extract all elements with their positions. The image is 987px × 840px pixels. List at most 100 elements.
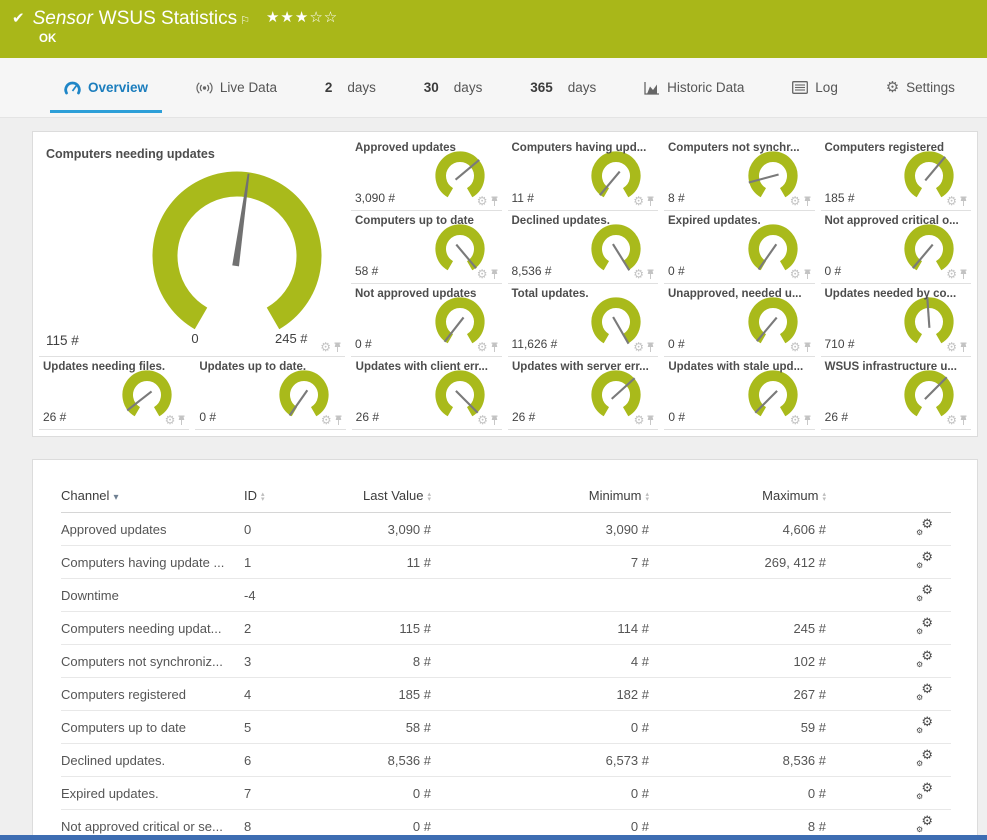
gear-icon[interactable]: ⚙ <box>946 414 957 426</box>
pin-icon[interactable] <box>959 196 968 207</box>
pin-icon[interactable] <box>803 269 812 280</box>
flag-icon[interactable]: ⚐ <box>240 14 250 27</box>
pin-icon[interactable] <box>334 415 343 426</box>
gear-icon[interactable]: ⚙ <box>946 195 957 207</box>
table-row[interactable]: Declined updates.68,536 #6,573 #8,536 #⚙… <box>61 744 951 777</box>
pin-icon[interactable] <box>490 196 499 207</box>
gear-icon[interactable]: ⚙ <box>790 268 801 280</box>
priority-stars[interactable]: ★★★☆☆ <box>266 8 338 26</box>
tab-settings[interactable]: ⚙ Settings <box>880 58 961 117</box>
channel-settings-icon[interactable]: ⚙⚙ <box>916 586 933 601</box>
pin-icon[interactable] <box>333 342 342 353</box>
table-row[interactable]: Computers having update ...111 #7 #269, … <box>61 546 951 579</box>
gauge-computers-not-synchronized[interactable]: Computers not synchr...8 #⚙ <box>664 138 815 211</box>
pin-icon[interactable] <box>490 415 499 426</box>
gauge-updates-server-errors[interactable]: Updates with server err...26 #⚙ <box>508 357 658 430</box>
gear-icon[interactable]: ⚙ <box>477 195 488 207</box>
channel-settings-icon[interactable]: ⚙⚙ <box>916 619 933 634</box>
table-row[interactable]: Approved updates03,090 #3,090 #4,606 #⚙⚙ <box>61 513 951 546</box>
table-row[interactable]: Computers needing updat...2115 #114 #245… <box>61 612 951 645</box>
pin-icon[interactable] <box>490 269 499 280</box>
col-header-minimum[interactable]: Minimum▴▾ <box>437 480 655 513</box>
channel-settings-icon[interactable]: ⚙⚙ <box>916 652 933 667</box>
object-kind-label: Sensor <box>33 8 93 30</box>
settings-gear-icon: ⚙ <box>886 80 899 95</box>
gauge-wsus-infrastructure[interactable]: WSUS infrastructure u...26 #⚙ <box>821 357 971 430</box>
col-header-id[interactable]: ID▴▾ <box>244 480 337 513</box>
channel-settings-icon[interactable]: ⚙⚙ <box>916 784 933 799</box>
gear-icon[interactable]: ⚙ <box>946 341 957 353</box>
pin-icon[interactable] <box>646 415 655 426</box>
gauge-primary-computers-needing-updates[interactable]: Computers needing updates 0 245 # 115 # … <box>39 138 345 357</box>
pin-icon[interactable] <box>803 196 812 207</box>
gauge-expired-updates[interactable]: Expired updates.0 #⚙ <box>664 211 815 284</box>
gear-icon[interactable]: ⚙ <box>321 414 332 426</box>
tab-30-days[interactable]: 30days <box>418 58 489 117</box>
table-row[interactable]: Expired updates.70 #0 #0 #⚙⚙ <box>61 777 951 810</box>
gear-icon[interactable]: ⚙ <box>477 341 488 353</box>
table-row[interactable]: Computers up to date558 #0 #59 #⚙⚙ <box>61 711 951 744</box>
gear-icon[interactable]: ⚙ <box>633 341 644 353</box>
gear-icon[interactable]: ⚙ <box>477 268 488 280</box>
pin-icon[interactable] <box>959 415 968 426</box>
gauge-updates-client-errors[interactable]: Updates with client err...26 #⚙ <box>352 357 502 430</box>
gauge-value: 115 # <box>46 333 79 348</box>
gear-icon[interactable]: ⚙ <box>320 341 331 353</box>
col-header-channel[interactable]: Channel▾ <box>61 480 244 513</box>
col-header-last-value[interactable]: Last Value▴▾ <box>337 480 437 513</box>
pin-icon[interactable] <box>803 342 812 353</box>
channel-settings-icon[interactable]: ⚙⚙ <box>916 685 933 700</box>
gauge-updates-stale[interactable]: Updates with stale upd...0 #⚙ <box>664 357 814 430</box>
gear-icon[interactable]: ⚙ <box>790 195 801 207</box>
table-row[interactable]: Computers registered4185 #182 #267 #⚙⚙ <box>61 678 951 711</box>
gear-icon[interactable]: ⚙ <box>946 268 957 280</box>
pin-icon[interactable] <box>177 415 186 426</box>
pin-icon[interactable] <box>646 342 655 353</box>
pin-icon[interactable] <box>959 342 968 353</box>
gauge-scale-min: 0 <box>191 331 198 346</box>
channel-settings-icon[interactable]: ⚙⚙ <box>916 718 933 733</box>
gauge-declined-updates[interactable]: Declined updates.8,536 #⚙ <box>508 211 659 284</box>
channel-settings-icon[interactable]: ⚙⚙ <box>916 553 933 568</box>
gauge-updates-needed-by-computers[interactable]: Updates needed by co...710 #⚙ <box>821 284 972 357</box>
col-header-maximum[interactable]: Maximum▴▾ <box>655 480 832 513</box>
gear-icon[interactable]: ⚙ <box>477 414 488 426</box>
table-row[interactable]: Computers not synchroniz...38 #4 #102 #⚙… <box>61 645 951 678</box>
gauge-title: Computers needing updates <box>46 147 215 161</box>
gear-icon[interactable]: ⚙ <box>790 341 801 353</box>
gear-icon[interactable]: ⚙ <box>633 195 644 207</box>
gear-icon[interactable]: ⚙ <box>790 414 801 426</box>
tab-live-data[interactable]: Live Data <box>190 58 283 117</box>
channel-settings-icon[interactable]: ⚙⚙ <box>916 520 933 535</box>
gauge-updates-up-to-date[interactable]: Updates up to date.0 #⚙ <box>195 357 345 430</box>
tab-overview[interactable]: Overview <box>58 58 154 117</box>
gear-icon[interactable]: ⚙ <box>633 268 644 280</box>
pin-icon[interactable] <box>803 415 812 426</box>
pin-icon[interactable] <box>959 269 968 280</box>
gear-icon[interactable]: ⚙ <box>634 414 645 426</box>
gauge-approved-updates[interactable]: Approved updates3,090 #⚙ <box>351 138 502 211</box>
channel-settings-icon[interactable]: ⚙⚙ <box>916 751 933 766</box>
tab-historic-data[interactable]: Historic Data <box>638 58 750 117</box>
table-row[interactable]: Downtime-4⚙⚙ <box>61 579 951 612</box>
gauge-computers-up-to-date[interactable]: Computers up to date58 #⚙ <box>351 211 502 284</box>
gauge-not-approved-critical[interactable]: Not approved critical o...0 #⚙ <box>821 211 972 284</box>
gauge-unapproved-needed[interactable]: Unapproved, needed u...0 #⚙ <box>664 284 815 357</box>
gauge-computers-registered[interactable]: Computers registered185 #⚙ <box>821 138 972 211</box>
channel-settings-icon[interactable]: ⚙⚙ <box>916 817 933 832</box>
tab-log[interactable]: Log <box>786 58 844 117</box>
gauge-computers-having-updates[interactable]: Computers having upd...11 #⚙ <box>508 138 659 211</box>
tab-365-days[interactable]: 365days <box>524 58 602 117</box>
gauge-total-updates[interactable]: Total updates.11,626 #⚙ <box>508 284 659 357</box>
pin-icon[interactable] <box>646 269 655 280</box>
gauge-updates-needing-files[interactable]: Updates needing files.26 #⚙ <box>39 357 189 430</box>
historic-chart-icon <box>644 81 660 95</box>
tab-bar: Overview Live Data 2days 30days 365days … <box>0 58 987 118</box>
pin-icon[interactable] <box>646 196 655 207</box>
sort-icon: ▴▾ <box>822 492 826 502</box>
gauge-not-approved-updates[interactable]: Not approved updates0 #⚙ <box>351 284 502 357</box>
pin-icon[interactable] <box>490 342 499 353</box>
tab-2-days[interactable]: 2days <box>319 58 382 117</box>
gear-icon[interactable]: ⚙ <box>165 414 176 426</box>
gauge-icon <box>64 81 81 95</box>
